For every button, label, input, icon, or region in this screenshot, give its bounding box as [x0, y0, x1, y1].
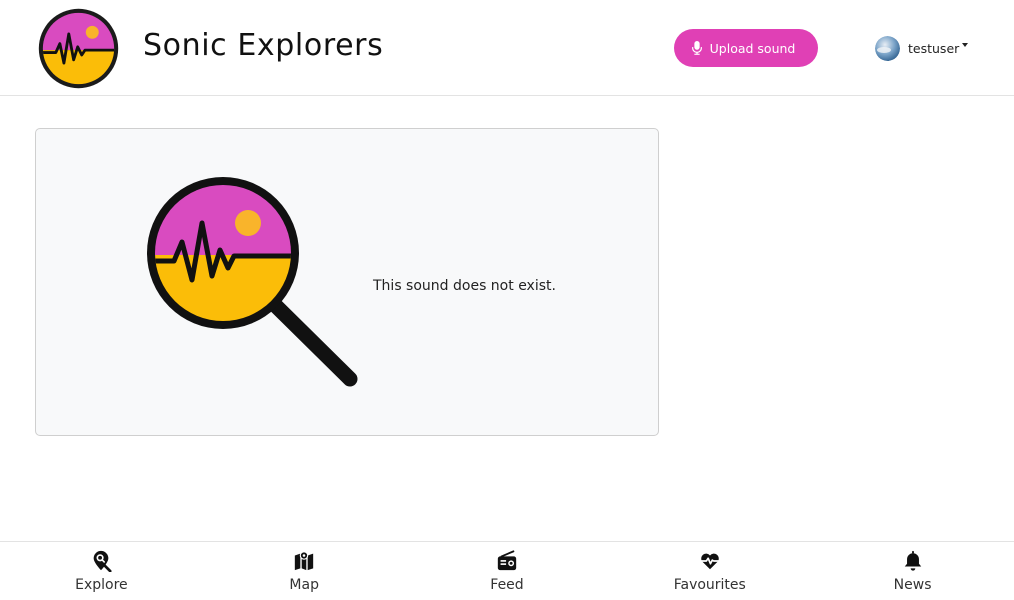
- heart-pulse-icon: [700, 553, 719, 570]
- sound-not-found-card: This sound does not exist.: [35, 128, 659, 436]
- site-title[interactable]: Sonic Explorers: [143, 28, 383, 63]
- magnifier-logo-icon: [147, 177, 358, 387]
- nav-map[interactable]: Map: [203, 542, 406, 600]
- map-icon: [295, 551, 314, 571]
- nav-news-label: News: [893, 577, 932, 593]
- nav-feed[interactable]: Feed: [406, 542, 609, 600]
- map-pin-search-icon: [94, 550, 112, 572]
- bell-icon: [904, 550, 921, 571]
- chevron-down-icon: [962, 43, 969, 47]
- logo-icon[interactable]: [38, 8, 119, 89]
- microphone-icon: [691, 41, 702, 55]
- bottom-navigation: Explore Map Feed Favourites News: [0, 541, 1014, 600]
- username-label: testuser: [908, 40, 960, 56]
- nav-explore[interactable]: Explore: [0, 542, 203, 600]
- nav-explore-label: Explore: [75, 577, 128, 593]
- nav-favourites[interactable]: Favourites: [608, 542, 811, 600]
- upload-sound-button[interactable]: Upload sound: [674, 29, 818, 67]
- top-navbar: Sonic Explorers Upload sound testuser: [0, 0, 1014, 96]
- nav-map-label: Map: [289, 577, 319, 593]
- nav-feed-label: Feed: [490, 577, 524, 593]
- not-found-message: This sound does not exist.: [373, 278, 556, 294]
- nav-favourites-label: Favourites: [673, 577, 746, 593]
- avatar: [875, 35, 900, 61]
- upload-sound-label: Upload sound: [709, 40, 796, 56]
- radio-icon: [497, 550, 517, 571]
- user-menu-dropdown[interactable]: testuser: [875, 35, 969, 61]
- nav-news[interactable]: News: [811, 542, 1014, 600]
